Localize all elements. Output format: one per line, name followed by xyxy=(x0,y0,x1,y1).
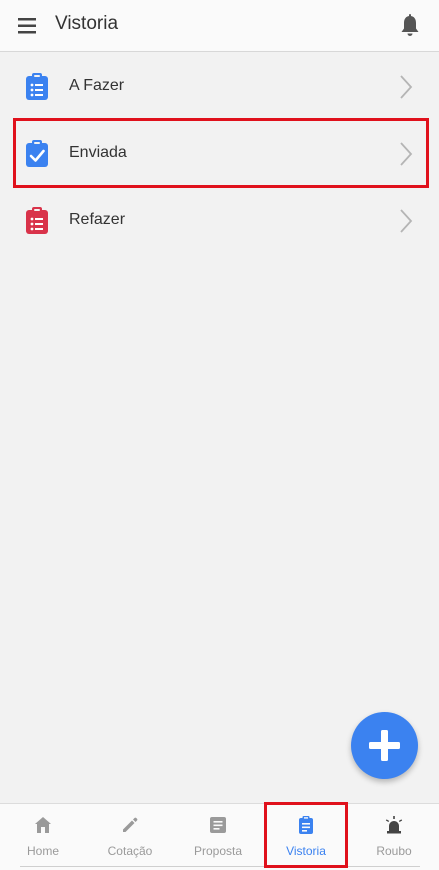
list-item-a-fazer[interactable]: A Fazer xyxy=(0,53,439,120)
highlight-box-enviada xyxy=(13,118,429,188)
list-item-label: Refazer xyxy=(69,211,126,228)
nav-item-home[interactable]: Home xyxy=(0,804,86,866)
home-icon xyxy=(35,817,51,833)
app-bar: Vistoria xyxy=(0,0,439,52)
list-item-refazer[interactable]: Refazer xyxy=(0,187,439,254)
nav-item-cotacao[interactable]: Cotação xyxy=(87,804,173,866)
document-icon xyxy=(210,817,226,833)
nav-item-proposta[interactable]: Proposta xyxy=(175,804,261,866)
chevron-right-icon xyxy=(400,75,413,99)
nav-label: Proposta xyxy=(193,844,243,858)
list-item-label: A Fazer xyxy=(69,77,125,94)
bell-icon[interactable] xyxy=(398,13,422,39)
page-title: Vistoria xyxy=(55,13,119,34)
pencil-icon xyxy=(123,817,138,832)
nav-item-roubo[interactable]: Roubo xyxy=(351,804,437,866)
nav-divider xyxy=(20,866,420,867)
siren-icon xyxy=(385,816,403,834)
nav-label: Home xyxy=(26,844,59,858)
plus-icon xyxy=(369,730,400,761)
nav-label: Roubo xyxy=(376,844,412,858)
bottom-navigation: Home Cotação Proposta Vistoria Roubo xyxy=(0,803,439,870)
clipboard-list-icon xyxy=(26,73,48,100)
highlight-box-vistoria-tab xyxy=(264,802,348,868)
clipboard-list-icon xyxy=(26,207,48,234)
hamburger-menu-icon[interactable] xyxy=(14,14,42,38)
chevron-right-icon xyxy=(400,209,413,233)
add-vistoria-button[interactable] xyxy=(351,712,418,779)
nav-label: Cotação xyxy=(107,844,153,858)
